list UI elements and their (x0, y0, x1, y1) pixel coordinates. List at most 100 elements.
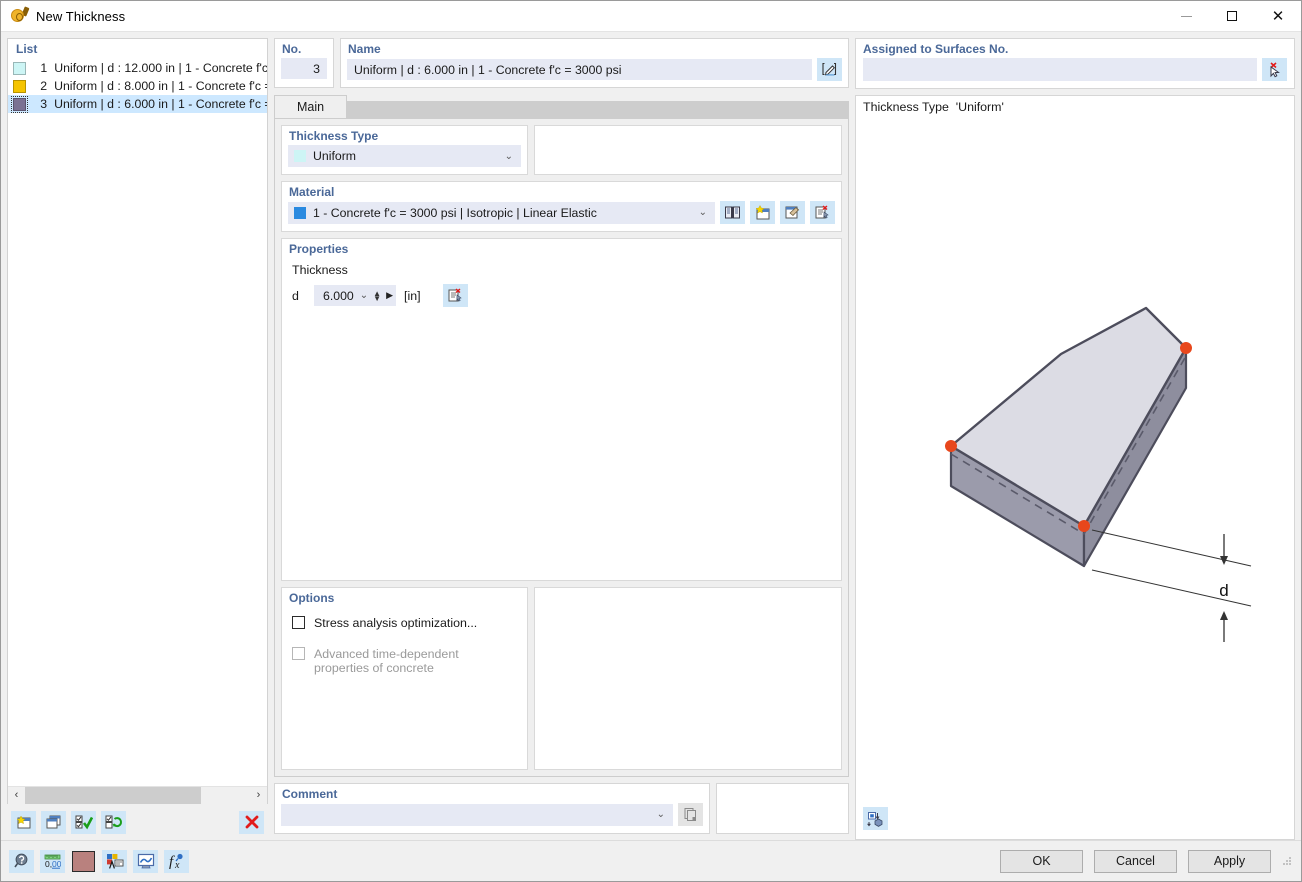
ok-button[interactable]: OK (1000, 850, 1083, 873)
footer-bar: 0, 00 (1, 840, 1301, 881)
assigned-surfaces-input[interactable] (863, 58, 1257, 81)
edit-name-button[interactable] (817, 58, 842, 81)
units-icon: 0, 00 (44, 853, 61, 869)
list-rows: 1 Uniform | d : 12.000 in | 1 - Concrete… (8, 59, 267, 786)
chevron-down-icon[interactable]: ⌄ (695, 207, 711, 218)
preview-view-button[interactable] (863, 807, 888, 830)
scroll-left-icon[interactable]: ‹ (8, 787, 25, 804)
color-swatch (13, 80, 26, 93)
thickness-preview-panel: Thickness Type 'Uniform' (855, 95, 1295, 840)
comment-copy-button[interactable] (678, 803, 703, 826)
thickness-info-button[interactable] (443, 284, 468, 307)
list-item-label: Uniform | d : 12.000 in | 1 - Concrete f… (54, 61, 267, 75)
new-thickness-button[interactable] (11, 811, 36, 834)
options-empty-panel (534, 587, 842, 770)
name-input[interactable]: Uniform | d : 6.000 in | 1 - Concrete f'… (347, 59, 812, 80)
copy-pages-icon (683, 807, 699, 822)
monitor-icon (137, 853, 155, 869)
list-item[interactable]: 3 Uniform | d : 6.000 in | 1 - Concrete … (8, 95, 267, 113)
pick-cursor-icon (1266, 62, 1283, 78)
invert-selection-icon (105, 814, 123, 830)
options-row: Options Stress analysis optimization... … (281, 587, 842, 770)
pick-surfaces-button[interactable] (1262, 58, 1287, 81)
comment-label: Comment (275, 784, 709, 803)
slab-3d-illustration: d (856, 96, 1294, 776)
properties-group: Properties Thickness d 6.000 ⌄ ▲▼ ▶ [in] (281, 238, 842, 581)
comment-row: Comment ⌄ (274, 783, 849, 834)
book-icon (724, 205, 741, 220)
new-thickness-dialog: New Thickness ✕ List 1 Uniform | d : 12.… (0, 0, 1302, 882)
thickness-type-select[interactable]: Uniform ⌄ (288, 145, 521, 167)
material-library-button[interactable] (720, 201, 745, 224)
thickness-input[interactable]: 6.000 ⌄ ▲▼ ▶ (314, 285, 396, 306)
material-delete-icon (814, 205, 831, 220)
stress-analysis-optimization-checkbox[interactable]: Stress analysis optimization... (292, 616, 517, 630)
edit-material-button[interactable] (780, 201, 805, 224)
title-bar: New Thickness ✕ (1, 1, 1301, 32)
name-label: Name (341, 39, 848, 58)
maximize-button[interactable] (1209, 1, 1255, 31)
scroll-right-icon[interactable]: › (250, 787, 267, 804)
minimize-button[interactable] (1163, 1, 1209, 31)
svg-text:x: x (174, 860, 180, 869)
cancel-button[interactable]: Cancel (1094, 850, 1177, 873)
chevron-down-icon[interactable]: ⌄ (501, 151, 517, 162)
list-item[interactable]: 1 Uniform | d : 12.000 in | 1 - Concrete… (8, 59, 267, 77)
svg-text:00: 00 (52, 859, 61, 869)
material-group: Material 1 - Concrete f'c = 3000 psi | I… (281, 181, 842, 232)
material-info-button[interactable] (810, 201, 835, 224)
edit-pencil-icon (822, 62, 838, 77)
thickness-sub-label-wrap: Thickness d 6.000 ⌄ ▲▼ ▶ [in] (282, 258, 841, 307)
preview-column: Assigned to Surfaces No. Thickness Type … (855, 38, 1295, 840)
list-item-label: Uniform | d : 6.000 in | 1 - Concrete f'… (54, 97, 267, 111)
chevron-down-icon[interactable]: ⌄ (360, 290, 368, 301)
next-value-icon[interactable]: ▶ (386, 290, 393, 301)
list-horizontal-scrollbar[interactable]: ‹ › (8, 786, 267, 803)
time-dependent-properties-checkbox: Advanced time-dependent properties of co… (292, 647, 497, 675)
checkbox-icon[interactable] (292, 616, 305, 629)
comment-input[interactable]: ⌄ (281, 804, 673, 826)
functions-button[interactable]: f x (164, 850, 189, 873)
thickness-delete-icon (447, 288, 464, 303)
display-properties-button[interactable] (102, 850, 127, 873)
delete-icon (244, 814, 260, 830)
help-button[interactable] (9, 850, 34, 873)
material-select[interactable]: 1 - Concrete f'c = 3000 psi | Isotropic … (288, 202, 715, 224)
assigned-surfaces-panel: Assigned to Surfaces No. (855, 38, 1295, 89)
list-item-number: 3 (34, 97, 47, 111)
apply-button[interactable]: Apply (1188, 850, 1271, 873)
color-button[interactable] (71, 850, 96, 873)
select-all-button[interactable] (71, 811, 96, 834)
resize-grip[interactable] (1281, 855, 1293, 867)
delete-thickness-button[interactable] (239, 811, 264, 834)
tab-strip-filler (347, 101, 849, 118)
copy-thickness-button[interactable] (41, 811, 66, 834)
chevron-down-icon[interactable]: ⌄ (653, 809, 669, 820)
window-title: New Thickness (36, 9, 125, 24)
resize-grip-icon (1281, 855, 1293, 867)
assigned-surfaces-label: Assigned to Surfaces No. (863, 42, 1287, 56)
list-item[interactable]: 2 Uniform | d : 8.000 in | 1 - Concrete … (8, 77, 267, 95)
thickness-type-label: Thickness Type (282, 126, 527, 145)
scroll-thumb[interactable] (25, 787, 201, 804)
new-material-icon (754, 205, 771, 221)
spinner-arrows-icon[interactable]: ▲▼ (373, 291, 381, 301)
scroll-track[interactable] (25, 787, 250, 804)
units-button[interactable]: 0, 00 (40, 850, 65, 873)
assigned-surfaces-row (863, 58, 1287, 81)
no-value[interactable]: 3 (281, 58, 327, 79)
material-swatch (294, 207, 306, 219)
invert-selection-button[interactable] (101, 811, 126, 834)
new-material-button[interactable] (750, 201, 775, 224)
thickness-type-group: Thickness Type Uniform ⌄ (281, 125, 528, 175)
name-panel: Name Uniform | d : 6.000 in | 1 - Concre… (340, 38, 849, 88)
edit-material-icon (784, 205, 801, 220)
close-button[interactable]: ✕ (1255, 1, 1301, 31)
comment-empty-panel (716, 783, 849, 834)
tab-page-main: Thickness Type Uniform ⌄ Material (274, 118, 849, 777)
visibility-button[interactable] (133, 850, 158, 873)
no-label: No. (275, 39, 333, 58)
thickness-listbox[interactable]: List 1 Uniform | d : 12.000 in | 1 - Con… (7, 38, 268, 804)
tab-main[interactable]: Main (274, 95, 347, 118)
maximize-icon (1227, 11, 1237, 21)
